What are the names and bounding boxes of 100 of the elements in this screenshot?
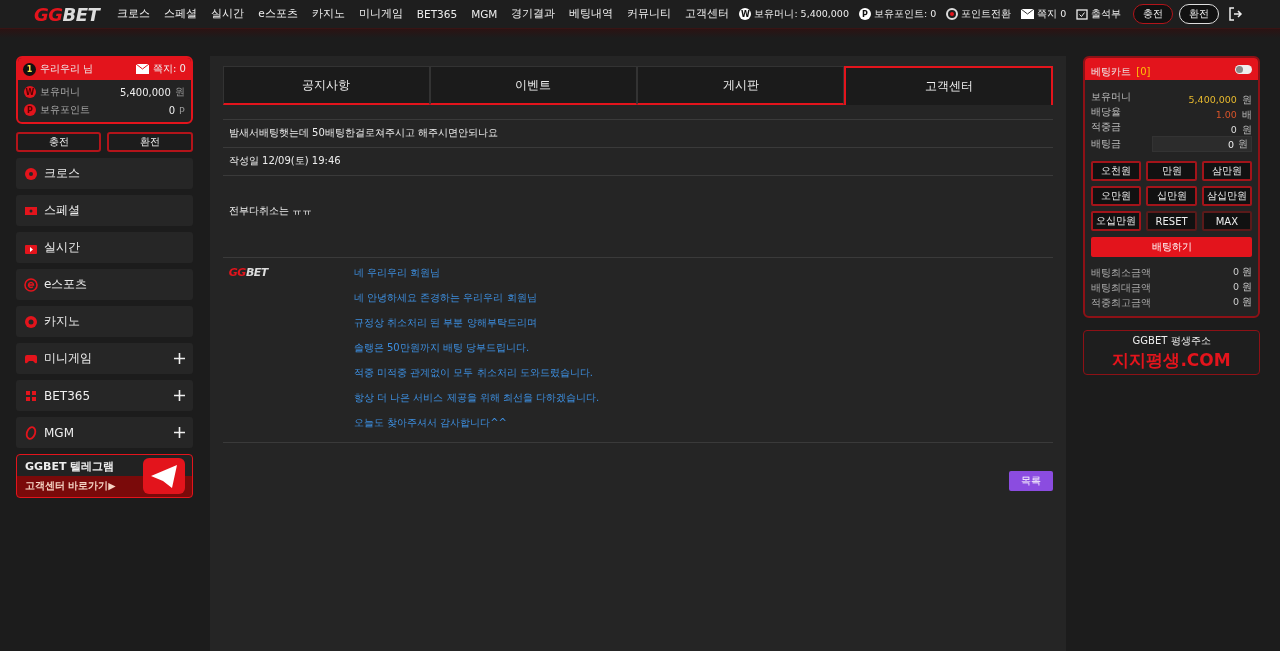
points-balance: P 보유포인트: 0: [858, 7, 937, 21]
amount-button[interactable]: 삼십만원: [1201, 186, 1252, 206]
sidebar-label: 카지노: [44, 313, 80, 330]
reply-line: 네 우리우리 회원님: [353, 266, 442, 280]
envelope-icon: [1021, 9, 1035, 19]
sidebar-item[interactable]: 크로스: [16, 158, 193, 189]
post-title: 밤새서배팅햇는데 50배팅한걸로쳐주시고 해주시면안되나요: [228, 126, 498, 140]
sidebar-item[interactable]: 카지노: [16, 306, 193, 337]
cart-label: 배팅금: [1091, 137, 1122, 151]
amount-button[interactable]: MAX: [1201, 211, 1252, 231]
limit-value: 0 원: [1232, 281, 1252, 294]
balance-value: 0: [168, 104, 176, 116]
sidebar-item[interactable]: 미니게임: [16, 343, 193, 374]
limit-label: 배팅최소금액: [1091, 265, 1152, 280]
tab[interactable]: 이벤트: [429, 66, 637, 105]
amount-button[interactable]: 만원: [1146, 161, 1197, 181]
amount-button[interactable]: 오만원: [1091, 186, 1142, 206]
amount-button[interactable]: 삼만원: [1201, 161, 1252, 181]
limit-label: 배팅최대금액: [1091, 280, 1152, 295]
amount-button[interactable]: RESET: [1146, 211, 1197, 231]
plus-icon: [173, 353, 185, 364]
bet-icon: [24, 388, 38, 403]
calendar-check-icon: [1076, 8, 1089, 20]
nav-link[interactable]: 실시간: [211, 7, 245, 21]
plus-icon: [173, 427, 185, 438]
cart-title: 베팅카트: [1091, 65, 1132, 77]
currency-badge: P: [24, 104, 36, 116]
nav-link[interactable]: 커뮤니티: [627, 7, 672, 21]
sidebar-item[interactable]: 실시간: [16, 232, 193, 263]
amount-button[interactable]: 십만원: [1146, 186, 1197, 206]
reply-line: 규정상 취소처리 된 부분 양해부탁드리며: [353, 316, 538, 330]
cart-value: 0: [1230, 124, 1237, 135]
sidebar-item[interactable]: 스페셜: [16, 195, 193, 226]
cart-value: 5,400,000: [1188, 94, 1237, 105]
header-button[interactable]: 환전: [1179, 4, 1220, 24]
nav-link[interactable]: 베팅내역: [569, 7, 614, 21]
tab[interactable]: 고객센터: [844, 66, 1054, 105]
nav-link[interactable]: 미니게임: [358, 7, 403, 21]
sidebar-label: 실시간: [44, 239, 80, 256]
e-circle-icon: [24, 277, 38, 292]
user-name: 우리우리 님: [40, 62, 94, 76]
logout-icon[interactable]: [1227, 6, 1244, 22]
messages-link[interactable]: 쪽지 0: [1021, 7, 1067, 21]
attendance-link[interactable]: 출석부: [1076, 7, 1122, 21]
list-button[interactable]: 목록: [1009, 471, 1054, 491]
ball-icon: [24, 166, 38, 181]
post-body: 전부다취소는 ㅠㅠ: [228, 204, 313, 218]
nav-link[interactable]: MGM: [471, 8, 498, 20]
message-count[interactable]: 쪽지: 0: [152, 62, 186, 76]
tab[interactable]: 공지사항: [222, 66, 430, 105]
reply-logo: GGBET: [228, 266, 268, 279]
cart-label: 보유머니: [1091, 91, 1132, 104]
cart-label: 배당율: [1091, 106, 1122, 119]
cart-unit: 원: [1242, 124, 1252, 135]
nav-link[interactable]: 경기결과: [511, 7, 556, 21]
sidebar-item[interactable]: e스포츠: [16, 269, 193, 300]
nav-link[interactable]: e스포츠: [258, 7, 298, 21]
sidebar-label: 스페셜: [44, 202, 80, 219]
amount-button[interactable]: 오천원: [1091, 161, 1142, 181]
address-caption: GGBET 평생주소: [1132, 333, 1211, 348]
wallet-button[interactable]: 환전: [107, 132, 193, 152]
reply-line: 솔랭은 50만원까지 배팅 당부드립니다.: [353, 341, 531, 355]
point-convert-link[interactable]: 포인트전환: [946, 7, 1012, 21]
nav-link[interactable]: BET365: [416, 8, 458, 20]
logo[interactable]: GGBET: [34, 3, 100, 25]
nav-link[interactable]: 스페셜: [164, 7, 198, 21]
plus-icon: [173, 390, 185, 401]
sidebar-item[interactable]: MGM: [16, 417, 193, 448]
sidebar-label: 미니게임: [44, 350, 92, 367]
reply-line: 항상 더 나은 서비스 제공을 위해 최선을 다하겠습니다.: [353, 391, 600, 405]
header-button[interactable]: 충전: [1133, 4, 1174, 24]
sidebar-item[interactable]: BET365: [16, 380, 193, 411]
paper-plane-icon: [141, 457, 186, 495]
cart-unit: 원: [1242, 94, 1252, 105]
nav-link[interactable]: 크로스: [117, 7, 151, 21]
cart-count: [0]: [1136, 65, 1151, 77]
bet-button[interactable]: 배팅하기: [1091, 237, 1252, 257]
balance-unit: P: [179, 104, 185, 116]
sidebar-label: e스포츠: [44, 276, 88, 293]
nav-link[interactable]: 카지노: [311, 7, 345, 21]
swoosh-icon: [24, 425, 38, 440]
limit-value: 0 원: [1232, 296, 1252, 309]
telegram-banner[interactable]: GGBET 텔레그램 고객센터 바로가기▶: [16, 454, 193, 498]
chip-icon: [24, 314, 38, 329]
cart-label: 적중금: [1091, 121, 1122, 134]
limit-label: 적중최고금액: [1091, 295, 1152, 310]
sidebar-label: 크로스: [44, 165, 80, 182]
nav-link[interactable]: 고객센터: [685, 7, 730, 21]
envelope-icon: [135, 64, 149, 74]
balance-label: 보유머니: [40, 85, 80, 99]
tab[interactable]: 게시판: [637, 66, 845, 105]
sidebar-label: BET365: [44, 388, 91, 403]
balance-unit: 원: [174, 85, 185, 99]
stake-field[interactable]: 0 원: [1152, 136, 1252, 152]
balance-value: 5,400,000: [119, 86, 171, 98]
cart-toggle[interactable]: [1235, 64, 1252, 74]
amount-button[interactable]: 오십만원: [1091, 211, 1142, 231]
reply-line: 네 안녕하세요 존경하는 우리우리 회원님: [353, 291, 538, 305]
wallet-button[interactable]: 충전: [16, 132, 102, 152]
limit-value: 0 원: [1232, 266, 1252, 279]
